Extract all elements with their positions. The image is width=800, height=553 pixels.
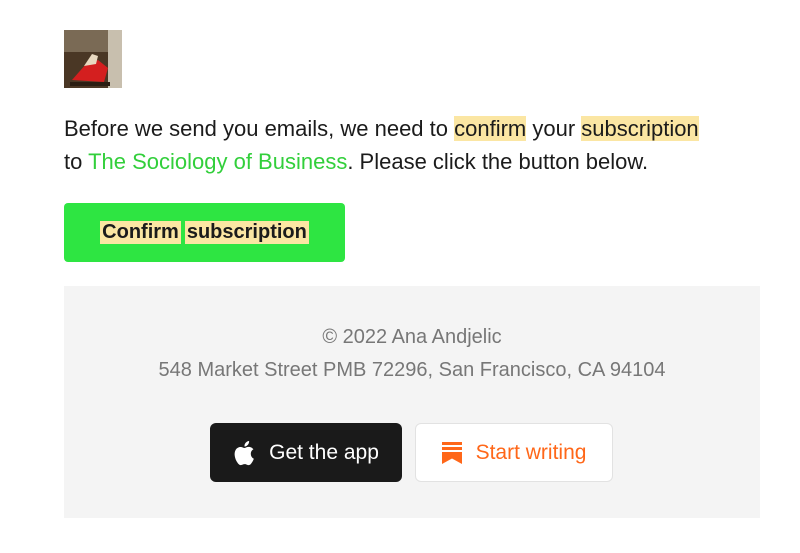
intro-highlight-confirm: confirm [454,116,527,141]
logo-image [64,30,122,88]
start-writing-button[interactable]: Start writing [415,423,613,482]
apple-icon [233,440,255,466]
intro-text: Before we send you emails, we need to co… [64,112,764,178]
get-the-app-button[interactable]: Get the app [210,423,402,482]
publication-logo[interactable] [64,30,122,88]
intro-to: to [64,149,89,174]
copyright-text: © 2022 Ana Andjelic [322,326,502,348]
address-text: 548 Market Street PMB 72296, San Francis… [158,359,666,381]
intro-before: Before we send you emails, we need to [64,116,455,141]
confirm-subscription-button[interactable]: Confirm subscription [64,203,345,262]
confirm-button-word2: subscription [184,221,309,244]
start-writing-label: Start writing [475,440,587,464]
publication-link[interactable]: The Sociology of Business [88,149,347,174]
intro-mid: your [526,116,582,141]
substack-icon [441,441,462,464]
email-footer: © 2022 Ana Andjelic 548 Market Street PM… [64,286,760,518]
intro-after: . Please click the button below. [347,149,649,174]
confirm-button-word1: Confirm [100,221,181,244]
get-the-app-label: Get the app [269,440,379,464]
intro-highlight-subscription: subscription [581,116,699,141]
